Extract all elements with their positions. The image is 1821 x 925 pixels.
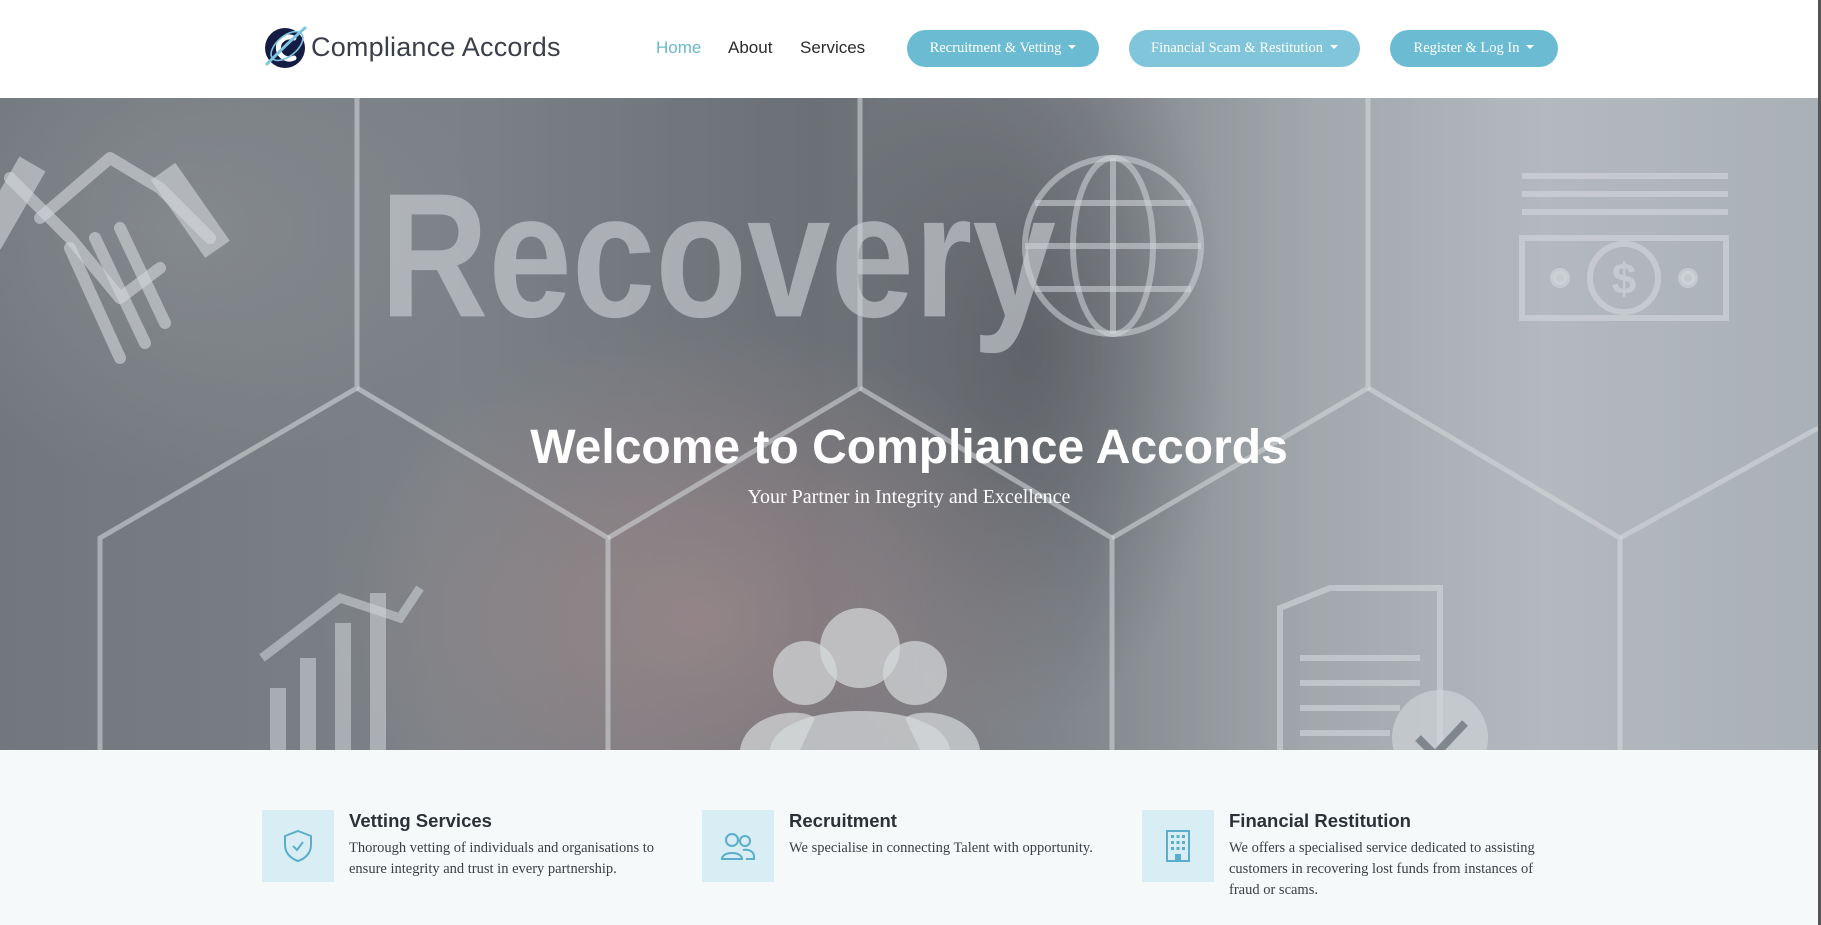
c-swoosh-logo-icon <box>265 26 307 68</box>
caret-down-icon <box>1068 44 1077 49</box>
brand-link[interactable]: Compliance Accords <box>263 24 561 70</box>
features-section: Vetting Services Thorough vetting of ind… <box>0 750 1818 925</box>
building-icon <box>1166 830 1190 862</box>
nav-about-link[interactable]: About <box>728 38 772 58</box>
feature-title: Vetting Services <box>349 810 492 831</box>
recruitment-vetting-dropdown[interactable]: Recruitment & Vetting <box>907 30 1099 67</box>
hero-title: Welcome to Compliance Accords <box>530 421 1288 474</box>
caret-down-icon <box>1526 44 1535 49</box>
feature-description: We specialise in connecting Talent with … <box>789 840 1093 856</box>
feature-title: Recruitment <box>789 810 897 831</box>
feature-description: Thorough vetting of individuals and orga… <box>349 840 655 877</box>
feature-title: Financial Restitution <box>1229 810 1411 831</box>
register-login-dropdown[interactable]: Register & Log In <box>1390 30 1558 67</box>
feature-description: We offers a specialised service dedicate… <box>1229 840 1535 898</box>
nav-services-link[interactable]: Services <box>800 38 865 58</box>
navbar: Compliance Accords Home About Services R… <box>0 0 1818 99</box>
users-icon <box>720 833 756 860</box>
brand-name: Compliance Accords <box>311 31 561 62</box>
dropdown-label: Financial Scam & Restitution <box>1151 40 1323 56</box>
hero-subtitle: Your Partner in Integrity and Excellence <box>747 486 1071 508</box>
dropdown-label: Recruitment & Vetting <box>929 40 1062 56</box>
feature-icon-box <box>1142 810 1214 882</box>
dropdown-label: Register & Log In <box>1413 40 1520 56</box>
hero-banner: $ Recovery Welcome to Compliance Accords… <box>0 98 1818 750</box>
nav-home-link[interactable]: Home <box>656 38 701 58</box>
financial-scam-dropdown[interactable]: Financial Scam & Restitution <box>1129 30 1360 67</box>
feature-icon-box <box>262 810 334 882</box>
page: Compliance Accords Home About Services R… <box>0 0 1821 925</box>
caret-down-icon <box>1329 44 1338 49</box>
shield-check-icon <box>284 829 312 863</box>
feature-icon-box <box>702 810 774 882</box>
